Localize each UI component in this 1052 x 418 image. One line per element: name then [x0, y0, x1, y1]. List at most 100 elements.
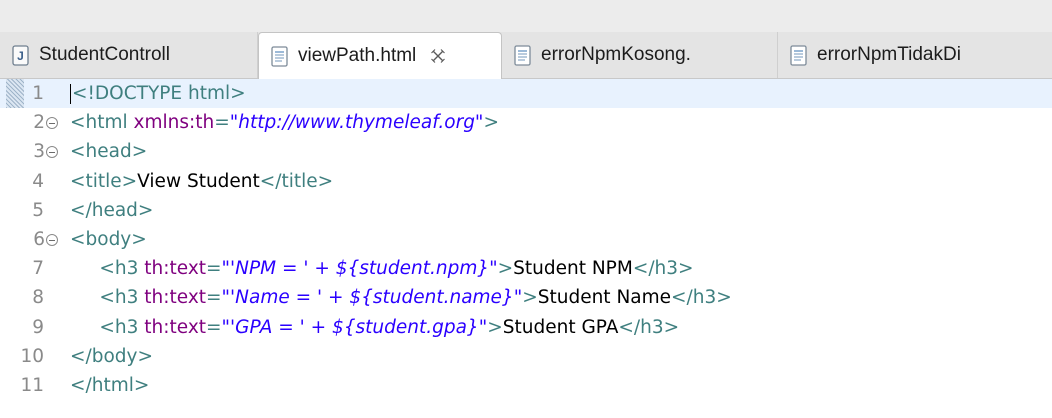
code-token: th:text — [144, 258, 207, 280]
tab-label: errorNpmKosong. — [541, 44, 691, 65]
code-line[interactable]: 7 <h3 th:text="'NPM = ' + ${student.npm}… — [0, 254, 1052, 283]
code-editor[interactable]: 1 <!DOCTYPE html> 2 <html xmlns:th="http://… — [0, 79, 1052, 400]
code-text: <h3 th:text="'Name = ' + ${student.name}… — [62, 287, 732, 309]
close-icon[interactable] — [430, 48, 446, 64]
code-token: </head> — [70, 199, 154, 221]
code-text: </head> — [62, 200, 153, 221]
code-token: </html> — [70, 374, 150, 396]
code-line[interactable]: 2 <html xmlns:th="http://www.thymeleaf.or… — [0, 108, 1052, 137]
code-line[interactable]: 9 <h3 th:text="'GPA = ' + ${student.gpa}… — [0, 313, 1052, 342]
code-token: th:text — [144, 316, 207, 338]
line-number-text: 11 — [20, 374, 44, 396]
line-number: 10 — [0, 346, 62, 367]
tab-label: viewPath.html — [298, 45, 417, 66]
code-line[interactable]: 4 <title>View Student</title> — [0, 167, 1052, 196]
code-text: <h3 th:text="'GPA = ' + ${student.gpa}">… — [62, 317, 679, 338]
editor-tab-bar: J StudentControll viewPath.html errorNpm… — [0, 32, 1052, 79]
code-token: > — [487, 316, 503, 338]
code-token: <h3 — [99, 316, 145, 338]
code-token: </title> — [259, 170, 334, 192]
line-number: 2 — [0, 112, 62, 133]
tab-label: StudentControll — [39, 44, 170, 65]
code-text: </html> — [62, 375, 149, 396]
code-token: Student Name — [537, 287, 672, 309]
text-cursor — [70, 84, 71, 105]
code-token: > — [483, 112, 499, 134]
line-number: 5 — [0, 200, 62, 221]
line-number-text: 1 — [32, 83, 44, 105]
code-token: "http://www.thymeleaf.org" — [229, 112, 484, 134]
fold-toggle-icon[interactable] — [46, 117, 58, 130]
line-number: 4 — [0, 171, 62, 192]
tab-label: errorNpmTidakDi — [817, 44, 961, 65]
line-number-text: 2 — [33, 112, 45, 134]
code-token: <h3 — [99, 287, 145, 309]
code-token: <body> — [70, 229, 147, 251]
tab-error-npm-tidak-di[interactable]: errorNpmTidakDi — [778, 32, 1052, 78]
code-text: <title>View Student</title> — [62, 171, 333, 192]
html-file-icon — [271, 45, 288, 67]
line-number: 8 — [0, 287, 62, 308]
code-token: <h3 — [99, 258, 145, 280]
fold-toggle-icon[interactable] — [46, 146, 58, 159]
line-number-text: 8 — [32, 287, 44, 309]
html-file-icon — [514, 44, 531, 66]
code-line[interactable]: 3 <head> — [0, 137, 1052, 166]
code-line[interactable]: 10 </body> — [0, 342, 1052, 371]
tab-view-path[interactable]: viewPath.html — [258, 32, 502, 79]
code-token: th:text — [144, 287, 207, 309]
line-number-text: 9 — [32, 316, 44, 338]
code-token: "'Name = ' + ${student.name}" — [221, 287, 523, 309]
code-token: = — [206, 316, 222, 338]
code-token: Student GPA — [502, 316, 619, 338]
java-file-icon: J — [12, 44, 29, 66]
code-text: <head> — [62, 141, 147, 162]
code-token: Student NPM — [513, 258, 633, 280]
code-token: </h3> — [632, 258, 694, 280]
code-text: <h3 th:text="'NPM = ' + ${student.npm}">… — [62, 258, 694, 280]
code-token: = — [206, 258, 222, 280]
line-number: 11 — [0, 375, 62, 396]
code-line[interactable]: 1 <!DOCTYPE html> — [0, 79, 1052, 109]
code-line[interactable]: 6 <body> — [0, 225, 1052, 254]
code-line[interactable]: 11 </html> — [0, 371, 1052, 400]
code-token: </body> — [70, 345, 153, 367]
code-token: <head> — [70, 141, 148, 163]
code-token: <!DOCTYPE html> — [72, 83, 246, 105]
code-token: </h3> — [671, 287, 732, 309]
line-number-text: 10 — [20, 345, 44, 367]
code-text: <body> — [62, 229, 147, 250]
code-token: = — [214, 112, 230, 134]
code-token: xmlns:th — [133, 112, 215, 134]
tab-error-npm-kosong[interactable]: errorNpmKosong. — [502, 32, 778, 78]
code-token: View Student — [137, 170, 260, 192]
fold-toggle-icon[interactable] — [46, 234, 58, 247]
code-text: <html xmlns:th="http://www.thymeleaf.org… — [62, 112, 499, 133]
line-number-text: 5 — [32, 199, 44, 221]
code-token: "'GPA = ' + ${student.gpa}" — [221, 316, 488, 338]
line-number: 9 — [0, 317, 62, 338]
line-number: 3 — [0, 141, 62, 162]
code-token: = — [206, 287, 222, 309]
code-token: <html — [70, 112, 134, 134]
code-line[interactable]: 5 </head> — [0, 196, 1052, 225]
line-number: 7 — [0, 258, 62, 279]
code-token: > — [497, 258, 514, 280]
code-token: > — [522, 287, 538, 309]
code-token: "'NPM = ' + ${student.npm}" — [221, 258, 498, 280]
editor-window: J StudentControll viewPath.html errorNpm… — [0, 0, 1052, 418]
line-number-text: 6 — [33, 229, 45, 251]
line-number-text: 3 — [33, 141, 45, 163]
line-number-text: 7 — [32, 258, 44, 280]
code-token: <title> — [70, 170, 138, 192]
code-text: <!DOCTYPE html> — [62, 83, 246, 105]
line-number-text: 4 — [32, 170, 44, 192]
svg-text:J: J — [17, 49, 24, 63]
code-token: </h3> — [618, 316, 680, 338]
tab-student-controller[interactable]: J StudentControll — [0, 32, 258, 78]
toolbar-strip — [0, 0, 1052, 32]
code-line[interactable]: 8 <h3 th:text="'Name = ' + ${student.nam… — [0, 283, 1052, 312]
